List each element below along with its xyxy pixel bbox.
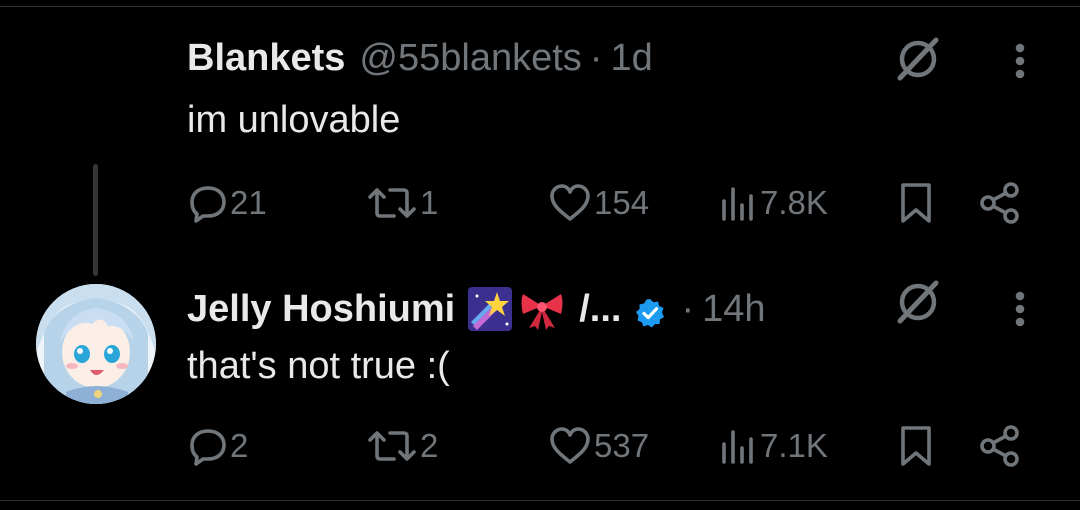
more-vertical-icon[interactable] bbox=[1008, 40, 1032, 82]
timestamp[interactable]: 14h bbox=[702, 287, 765, 331]
timestamp[interactable]: 1d bbox=[610, 36, 652, 80]
separator-dot: · bbox=[589, 37, 603, 79]
reply-button[interactable]: 2 bbox=[188, 424, 248, 468]
like-button[interactable]: 154 bbox=[548, 181, 649, 225]
repost-count: 2 bbox=[420, 427, 439, 464]
like-count: 537 bbox=[594, 427, 650, 464]
tweet-text: that's not true :( bbox=[187, 345, 450, 387]
like-count: 154 bbox=[594, 184, 650, 221]
handle[interactable]: @55blankets bbox=[359, 36, 581, 80]
tweet-blankets[interactable]: Blankets @55blankets · 1d im unlovable 2… bbox=[0, 0, 1080, 276]
share-button[interactable] bbox=[978, 181, 1022, 225]
verified-badge-icon bbox=[635, 294, 665, 328]
reply-count: 21 bbox=[230, 184, 267, 221]
action-bar: 21 1 154 7.8K bbox=[0, 181, 1080, 225]
repost-count: 1 bbox=[420, 184, 439, 221]
reply-icon bbox=[190, 429, 226, 466]
views-icon bbox=[722, 430, 753, 464]
avatar[interactable] bbox=[36, 284, 156, 404]
views-button[interactable]: 7.1K bbox=[718, 424, 828, 468]
grok-icon[interactable] bbox=[893, 37, 943, 81]
bookmark-icon bbox=[901, 426, 931, 466]
reply-button[interactable]: 21 bbox=[188, 181, 267, 225]
tweet-header: Blankets @55blankets · 1d bbox=[187, 36, 653, 80]
tweet-header: Jelly Hoshiumi /... · 14h bbox=[187, 286, 766, 332]
like-button[interactable]: 537 bbox=[548, 424, 649, 468]
separator-dot: · bbox=[681, 288, 695, 330]
tweet-jelly-hoshiumi[interactable]: Jelly Hoshiumi /... · 14h that's not tru… bbox=[0, 250, 1080, 500]
view-count: 7.8K bbox=[760, 184, 828, 221]
display-name-truncated: /... bbox=[579, 288, 622, 330]
share-icon bbox=[980, 425, 1019, 467]
share-icon bbox=[980, 182, 1019, 224]
share-button[interactable] bbox=[978, 424, 1022, 468]
display-name[interactable]: Jelly Hoshiumi bbox=[187, 287, 455, 331]
display-name[interactable]: Blankets bbox=[187, 36, 345, 80]
action-bar: 2 2 537 7.1K bbox=[0, 424, 1080, 468]
repost-icon bbox=[368, 188, 416, 218]
bookmark-icon bbox=[901, 183, 931, 223]
reply-icon bbox=[190, 186, 226, 223]
view-count: 7.1K bbox=[760, 427, 828, 464]
tweet-text: im unlovable bbox=[187, 99, 401, 141]
like-icon bbox=[550, 184, 590, 221]
ribbon-emoji bbox=[519, 286, 565, 332]
repost-button[interactable]: 1 bbox=[366, 181, 438, 225]
bookmark-button[interactable] bbox=[898, 181, 934, 225]
repost-icon bbox=[368, 431, 416, 461]
views-button[interactable]: 7.8K bbox=[718, 181, 828, 225]
shooting-star-emoji bbox=[467, 286, 513, 332]
reply-count: 2 bbox=[230, 427, 249, 464]
repost-button[interactable]: 2 bbox=[366, 424, 438, 468]
bottom-divider bbox=[0, 500, 1080, 501]
views-icon bbox=[722, 187, 753, 221]
grok-icon[interactable] bbox=[893, 280, 943, 324]
more-vertical-icon[interactable] bbox=[1008, 288, 1032, 330]
like-icon bbox=[550, 427, 590, 464]
bookmark-button[interactable] bbox=[898, 424, 934, 468]
